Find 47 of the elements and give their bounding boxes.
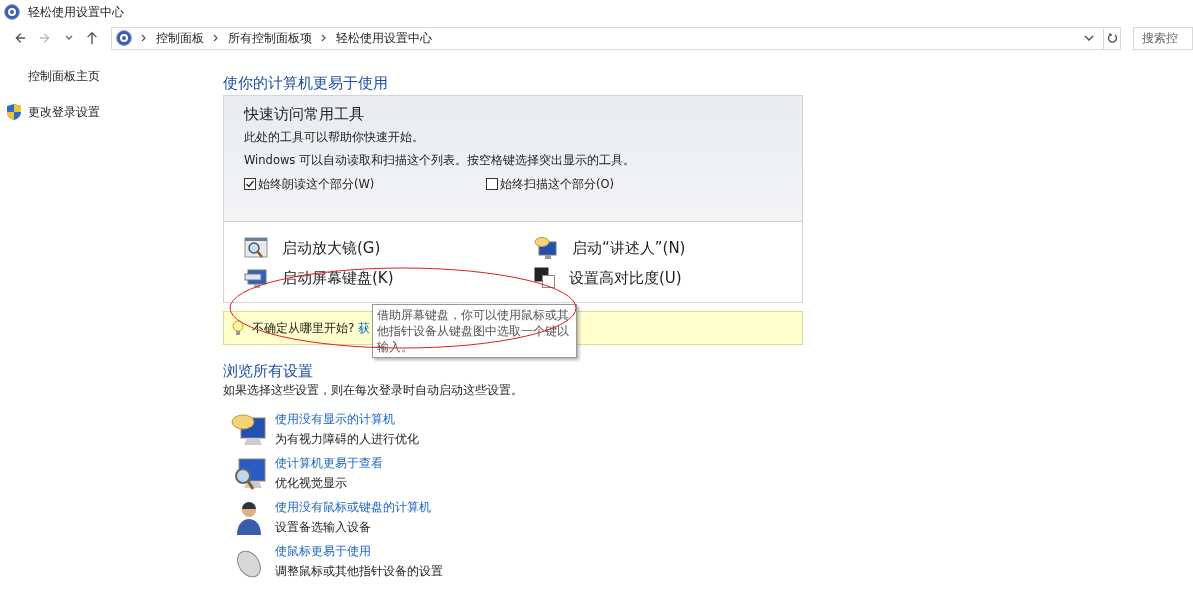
section-heading: 使你的计算机更易于使用 — [223, 73, 389, 94]
control-panel-icon — [115, 30, 132, 46]
section-description: 如果选择这些设置，则在每次登录时自动启动这些设置。 — [223, 382, 524, 400]
control-panel-icon — [4, 4, 20, 20]
panel-text: Windows 可以自动读取和扫描这个列表。按空格键选择突出显示的工具。 — [244, 152, 636, 170]
breadcrumb[interactable]: 轻松使用设置中心 — [335, 29, 432, 47]
setting-link[interactable]: 使计算机更易于查看 — [275, 455, 383, 471]
panel-title: 快速访问常用工具 — [244, 104, 365, 123]
tool-link[interactable]: 启动“讲述人”(N) — [534, 235, 782, 260]
search-field[interactable]: 搜索控 — [1133, 26, 1193, 50]
setting-link[interactable]: 使用没有鼠标或键盘的计算机 — [275, 499, 431, 515]
checkbox-option[interactable]: 始终扫描这个部分(O) — [486, 175, 728, 193]
window-title: 轻松使用设置中心 — [28, 4, 124, 21]
contrast-icon — [534, 267, 555, 289]
sidebar-link[interactable]: 更改登录设置 — [28, 103, 100, 121]
setting-description: 调整鼠标或其他指针设备的设置 — [275, 563, 443, 579]
refresh-icon — [1106, 32, 1118, 44]
up-arrow-icon — [84, 31, 99, 45]
lightbulb-icon — [232, 319, 244, 336]
chevron-right-icon — [140, 34, 147, 42]
setting-description: 为有视力障碍的人进行优化 — [275, 431, 419, 447]
chevron-right-icon — [320, 34, 327, 42]
breadcrumb[interactable]: 所有控制面板项 — [227, 29, 312, 47]
checkbox[interactable] — [244, 178, 256, 191]
setting-link[interactable]: 使鼠标更易于使用 — [275, 543, 443, 559]
address-bar[interactable]: 控制面板 所有控制面板项 轻松使用设置中心 — [110, 26, 1121, 50]
chevron-down-icon — [65, 35, 74, 41]
refresh-button[interactable] — [1103, 27, 1120, 49]
checkbox-option[interactable]: 始终朗读这个部分(W) — [244, 175, 486, 193]
tool-link[interactable]: 设置高对比度(U) — [534, 265, 782, 290]
sidebar-link[interactable]: 控制面板主页 — [28, 67, 100, 85]
panel-text: 此处的工具可以帮助你快速开始。 — [244, 129, 425, 146]
monitor-speech-icon — [231, 411, 267, 448]
tip-text: 不确定从哪里开始? — [252, 319, 355, 337]
checkbox[interactable] — [486, 178, 498, 191]
tip-link[interactable]: 获 — [358, 318, 371, 337]
magnifier-icon — [244, 235, 268, 260]
shield-icon — [6, 103, 22, 121]
setting-description: 优化视觉显示 — [275, 475, 348, 491]
tool-link[interactable]: 启动放大镜(G) — [244, 235, 534, 260]
section-heading: 浏览所有设置 — [223, 360, 314, 382]
chevron-right-icon — [212, 34, 219, 42]
setting-link[interactable]: 使用没有显示的计算机 — [275, 411, 419, 427]
setting-description: 设置备选输入设备 — [275, 519, 372, 535]
breadcrumb[interactable]: 控制面板 — [155, 29, 204, 47]
monitor-speech-icon — [534, 235, 558, 260]
chevron-down-icon[interactable] — [1084, 34, 1094, 42]
